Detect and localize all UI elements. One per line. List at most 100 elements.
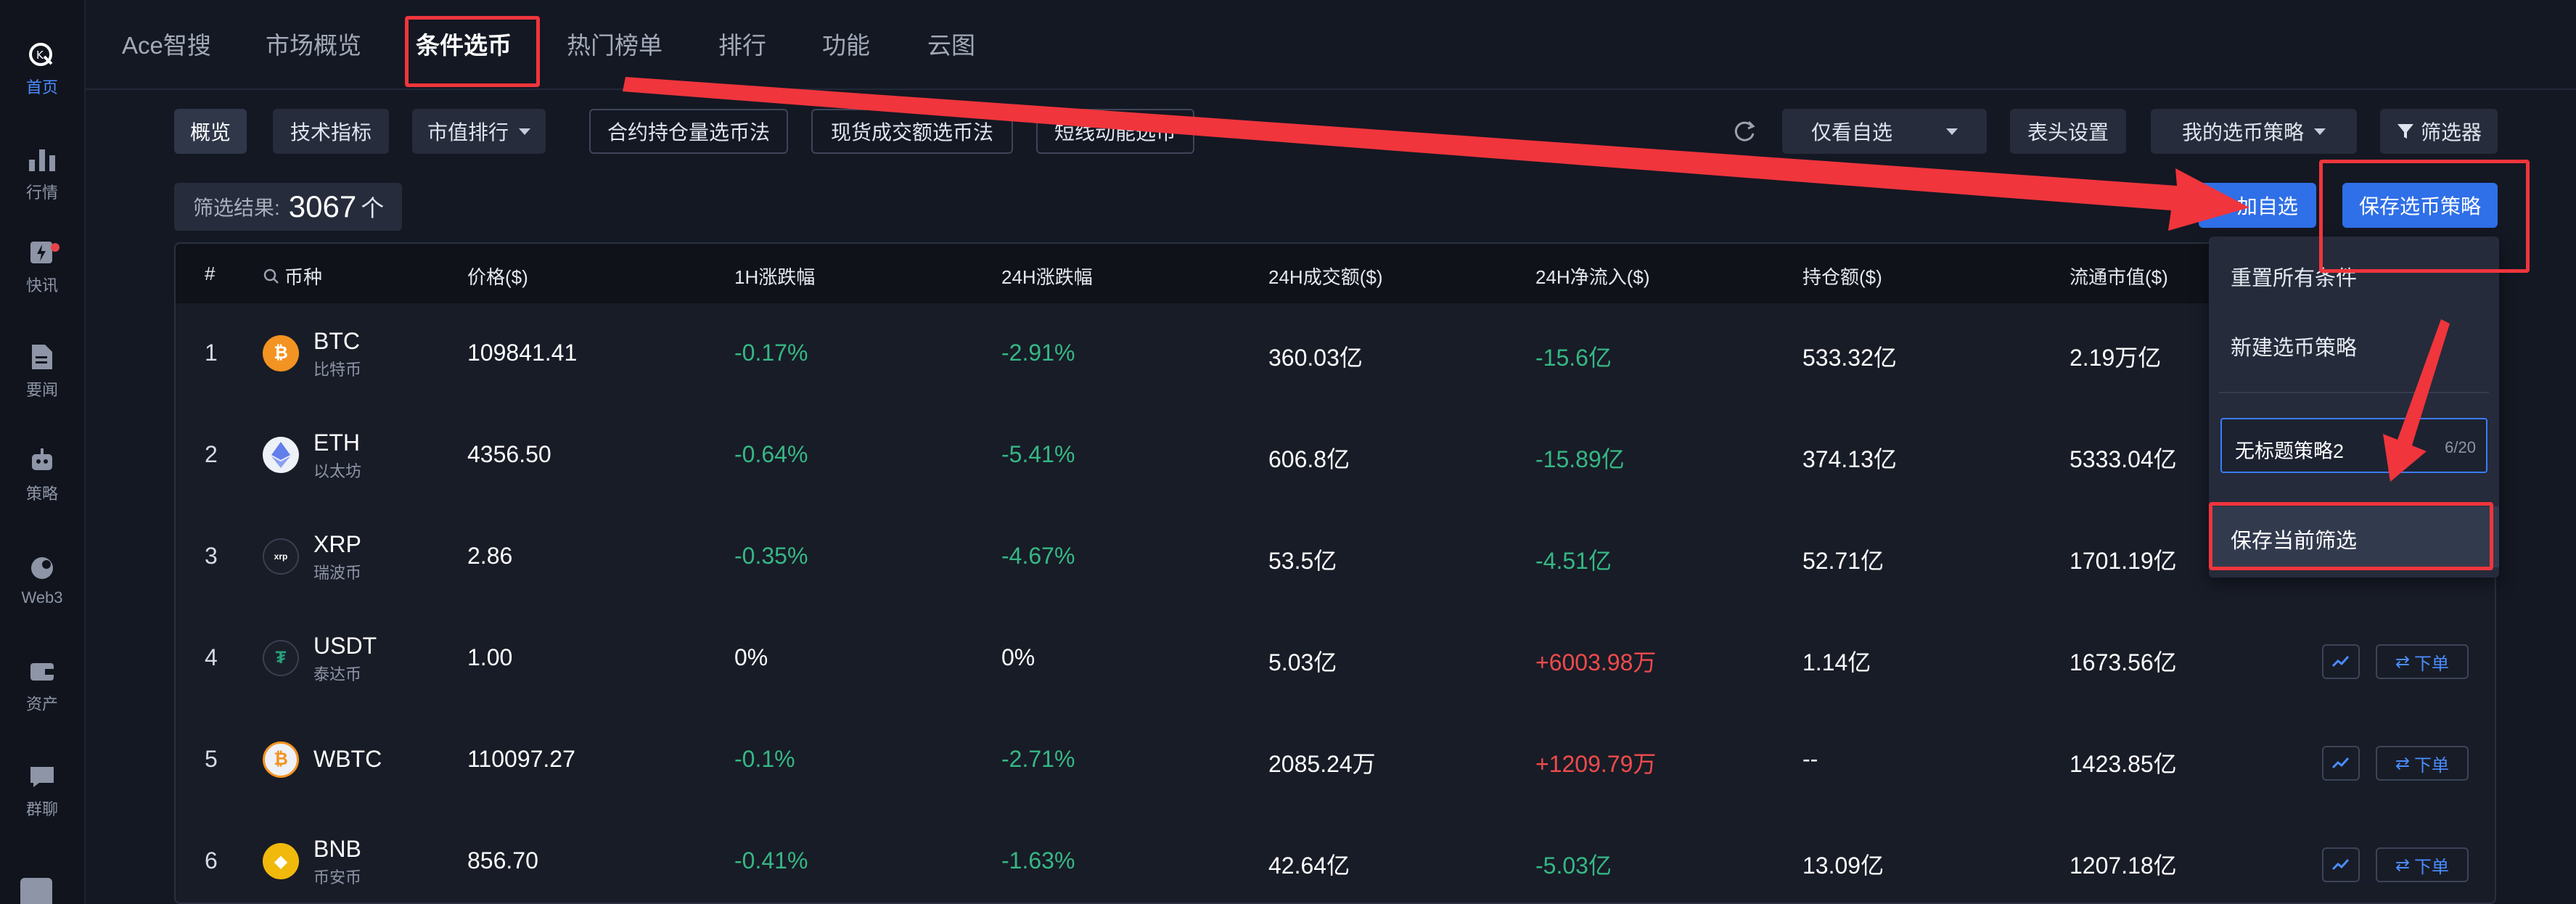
left-sidebar: K 首页 行情 快讯 要闻 策略 Web3 资产 群聊 bbox=[0, 0, 86, 904]
col-24h-inflow[interactable]: 24H净流入($) bbox=[1535, 263, 1649, 289]
coin-table: # 币种 价格($) 1H涨跌幅 24H涨跌幅 24H成交额($) 24H净流入… bbox=[174, 242, 2496, 904]
price-cell: 2.86 bbox=[467, 543, 513, 569]
place-order-button[interactable]: ⇄ 下单 bbox=[2376, 644, 2469, 679]
xrp-coin-icon: xrp bbox=[263, 538, 299, 575]
tab-ranking[interactable]: 排行 bbox=[718, 28, 766, 64]
table-row[interactable]: 4 ₮ USDT 泰达币 1.00 0% 0% 5.03亿 +6003.98万 … bbox=[176, 608, 2495, 710]
col-1h-change[interactable]: 1H涨跌幅 bbox=[734, 263, 815, 289]
spot-volume-strategy-button[interactable]: 现货成交额选币法 bbox=[811, 109, 1013, 154]
inflow-cell: +6003.98万 bbox=[1535, 649, 1657, 675]
overview-button[interactable]: 概览 bbox=[174, 109, 247, 154]
bnb-coin-icon: ◆ bbox=[263, 843, 299, 879]
coin-name: 泰达币 bbox=[313, 665, 362, 683]
open-interest-cell: 374.13亿 bbox=[1802, 446, 1897, 472]
mcap-rank-dropdown[interactable]: 市值排行 bbox=[412, 109, 546, 154]
filter-button[interactable]: 筛选器 bbox=[2380, 109, 2498, 154]
col-open-interest[interactable]: 持仓额($) bbox=[1802, 263, 1882, 289]
volume-cell: 42.64亿 bbox=[1268, 852, 1350, 879]
col-24h-volume[interactable]: 24H成交额($) bbox=[1268, 263, 1382, 289]
sidebar-item-label: 要闻 bbox=[25, 381, 58, 399]
table-row[interactable]: 3 xrp XRP 瑞波币 2.86 -0.35% -4.67% 53.5亿 -… bbox=[176, 506, 2495, 608]
header-settings-button[interactable]: 表头设置 bbox=[2010, 109, 2126, 154]
sidebar-item-flash[interactable]: 快讯 bbox=[0, 227, 84, 307]
open-interest-cell: 1.14亿 bbox=[1802, 649, 1871, 675]
sidebar-item-home[interactable]: K 首页 bbox=[0, 29, 84, 109]
search-icon bbox=[263, 268, 279, 284]
change-1h-cell: 0% bbox=[734, 644, 768, 670]
annotation-highlight-save-strategy bbox=[2319, 160, 2530, 273]
tab-heatmap[interactable]: 云图 bbox=[927, 28, 975, 64]
col-rank[interactable]: # bbox=[205, 263, 215, 285]
tab-hot-lists[interactable]: 热门榜单 bbox=[567, 28, 663, 64]
change-1h-cell: -0.41% bbox=[734, 847, 808, 874]
chevron-down-icon bbox=[1946, 128, 1958, 135]
table-row[interactable]: 6 ◆ BNB 币安币 856.70 -0.41% -1.63% 42.64亿 … bbox=[176, 811, 2495, 903]
short-momentum-strategy-button[interactable]: 短线动能选币 bbox=[1036, 109, 1194, 154]
coin-symbol: USDT bbox=[313, 633, 377, 659]
add-watchlist-button[interactable]: + 加自选 bbox=[2199, 183, 2316, 228]
price-cell: 109841.41 bbox=[467, 340, 578, 366]
sidebar-item-assets[interactable]: 资产 bbox=[0, 646, 84, 726]
col-market-cap[interactable]: 流通市值($) bbox=[2070, 263, 2168, 289]
notification-dot bbox=[51, 243, 60, 252]
trend-chart-button[interactable] bbox=[2322, 847, 2360, 882]
swap-arrows-icon: ⇄ bbox=[2395, 652, 2411, 672]
chevron-down-icon bbox=[519, 128, 530, 135]
char-count: 6/20 bbox=[2445, 438, 2476, 456]
sidebar-item-market[interactable]: 行情 bbox=[0, 134, 84, 214]
tab-features[interactable]: 功能 bbox=[822, 28, 870, 64]
change-24h-cell: -2.91% bbox=[1001, 340, 1075, 366]
trend-chart-button[interactable] bbox=[2322, 746, 2360, 781]
price-cell: 1.00 bbox=[467, 644, 513, 670]
sidebar-item-label: 快讯 bbox=[25, 276, 58, 295]
refresh-icon[interactable] bbox=[1730, 118, 1759, 147]
strategy-name-input[interactable]: 无标题策略2 6/20 bbox=[2220, 418, 2487, 473]
sidebar-item-web3[interactable]: Web3 bbox=[0, 541, 84, 620]
sidebar-item-more-icon[interactable] bbox=[20, 878, 52, 904]
my-strategy-label: 我的选币策略 bbox=[2181, 121, 2304, 144]
sidebar-item-label: 行情 bbox=[25, 184, 58, 202]
col-coin[interactable]: 币种 bbox=[263, 263, 322, 289]
contract-oi-strategy-button[interactable]: 合约持仓量选币法 bbox=[589, 109, 788, 154]
usdt-coin-icon: ₮ bbox=[263, 640, 299, 676]
trend-chart-button[interactable] bbox=[2322, 644, 2360, 679]
sidebar-item-chat[interactable]: 群聊 bbox=[0, 751, 84, 831]
change-1h-cell: -0.35% bbox=[734, 543, 808, 569]
table-row[interactable]: 5 ₿ WBTC 110097.27 -0.1% -2.71% 2085.24万… bbox=[176, 710, 2495, 811]
sidebar-item-label: 资产 bbox=[25, 695, 58, 713]
result-number: 3067 bbox=[288, 189, 357, 223]
volume-cell: 2085.24万 bbox=[1268, 751, 1376, 777]
tab-market-overview[interactable]: 市场概览 bbox=[266, 28, 361, 64]
volume-cell: 360.03亿 bbox=[1268, 345, 1363, 371]
watchlist-only-dropdown[interactable]: 仅看自选 bbox=[1782, 109, 1987, 154]
coin-name: 以太坊 bbox=[313, 462, 362, 480]
plus-icon: + bbox=[2217, 191, 2231, 219]
result-unit: 个 bbox=[361, 195, 385, 221]
chevron-down-icon bbox=[2314, 128, 2326, 135]
coin-symbol: BTC bbox=[313, 328, 360, 354]
col-24h-change[interactable]: 24H涨跌幅 bbox=[1001, 263, 1093, 289]
volume-cell: 53.5亿 bbox=[1268, 548, 1337, 574]
new-strategy-item[interactable]: 新建选币策略 bbox=[2231, 331, 2357, 361]
change-1h-cell: -0.64% bbox=[734, 441, 808, 467]
inflow-cell: -15.6亿 bbox=[1535, 345, 1612, 371]
my-strategy-dropdown[interactable]: 我的选币策略 bbox=[2151, 109, 2357, 154]
market-cap-cell: 2.19万亿 bbox=[2070, 345, 2162, 371]
watchlist-only-label: 仅看自选 bbox=[1810, 121, 1892, 144]
coin-name: 瑞波币 bbox=[313, 564, 362, 582]
tech-indicator-button[interactable]: 技术指标 bbox=[273, 109, 389, 154]
change-24h-cell: -5.41% bbox=[1001, 441, 1075, 467]
tab-ace-search[interactable]: Ace智搜 bbox=[122, 28, 211, 64]
trend-line-icon bbox=[2331, 858, 2350, 871]
result-label: 筛选结果: bbox=[193, 197, 280, 219]
table-row[interactable]: 1 ₿ BTC 比特币 109841.41 -0.17% -2.91% 360.… bbox=[176, 303, 2495, 405]
swap-arrows-icon: ⇄ bbox=[2395, 753, 2411, 773]
place-order-button[interactable]: ⇄ 下单 bbox=[2376, 746, 2469, 781]
market-cap-cell: 5333.04亿 bbox=[2070, 446, 2177, 472]
col-price[interactable]: 价格($) bbox=[467, 263, 528, 289]
table-row[interactable]: 2 ETH 以太坊 4356.50 -0.64% -5.41% 606.8亿 -… bbox=[176, 405, 2495, 506]
coin-name: 比特币 bbox=[313, 361, 362, 379]
place-order-button[interactable]: ⇄ 下单 bbox=[2376, 847, 2469, 882]
sidebar-item-headlines[interactable]: 要闻 bbox=[0, 332, 84, 411]
sidebar-item-strategy[interactable]: 策略 bbox=[0, 435, 84, 515]
